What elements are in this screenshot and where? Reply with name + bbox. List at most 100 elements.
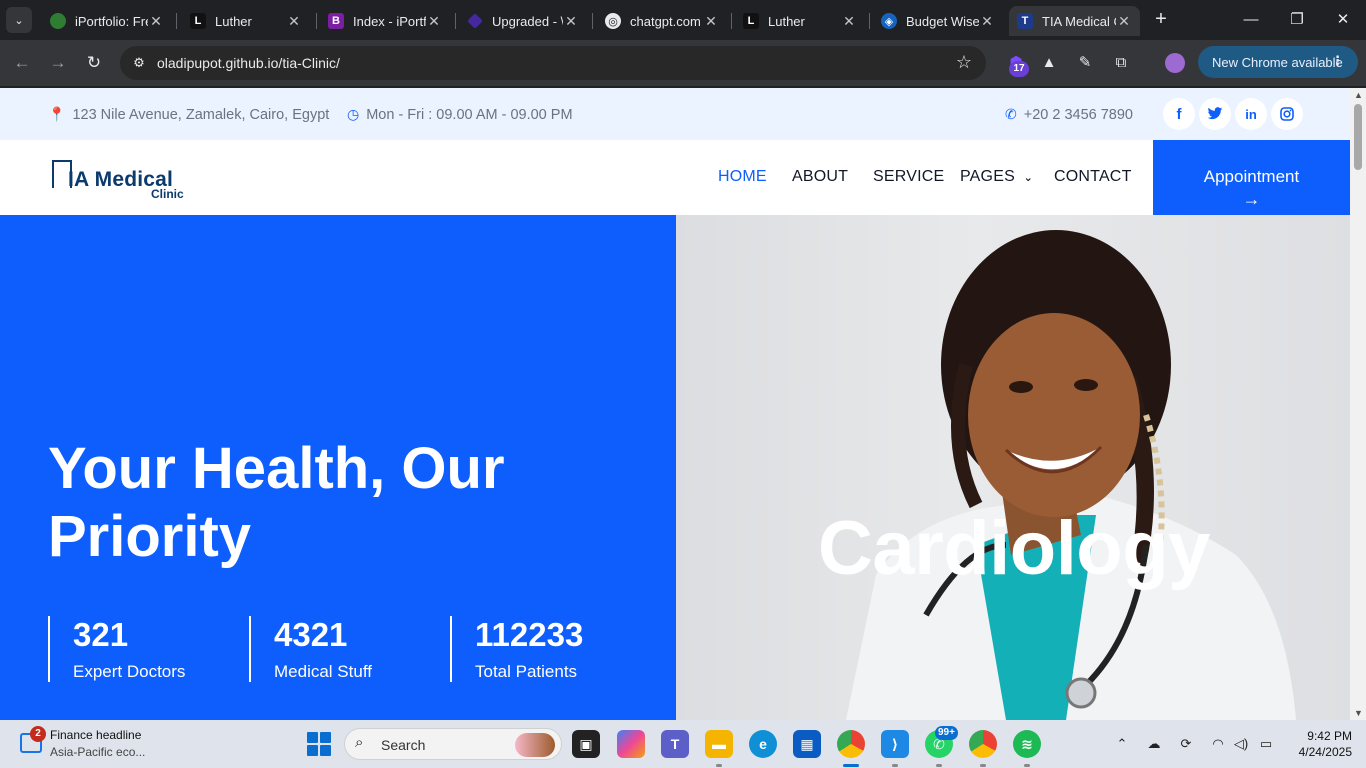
phone-item[interactable]: ✆ +20 2 3456 7890: [1005, 106, 1133, 123]
taskbar-clock[interactable]: 9:42 PM 4/24/2025: [1282, 728, 1352, 760]
chevron-up-icon[interactable]: ⌃: [1113, 735, 1131, 753]
nav-pages-label: PAGES: [960, 168, 1015, 185]
tab-close-icon[interactable]: ✕: [148, 13, 164, 30]
appointment-button[interactable]: Appointment →: [1153, 140, 1350, 215]
nav-home[interactable]: HOME: [718, 168, 767, 186]
minimize-button[interactable]: —: [1236, 6, 1266, 34]
tab-close-icon[interactable]: ✕: [1116, 13, 1132, 30]
browser-tab[interactable]: ◎ chatgpt.com ✕: [597, 6, 727, 36]
url-text[interactable]: oladipupot.github.io/tia-Clinic/: [157, 55, 340, 71]
restore-button[interactable]: ❐: [1282, 6, 1312, 34]
tab-close-icon[interactable]: ✕: [563, 13, 579, 30]
tab-title: Upgraded - \: [492, 13, 563, 29]
tab-favicon-icon: [467, 13, 483, 29]
site-logo[interactable]: IA Medical Clinic: [52, 160, 202, 202]
contact-topbar: 📍 123 Nile Avenue, Zamalek, Cairo, Egypt…: [0, 88, 1350, 140]
hours-item: ◷ Mon - Fri : 09.00 AM - 09.00 PM: [347, 106, 573, 123]
sync-icon[interactable]: ⟳: [1177, 735, 1195, 753]
app-active-indicator: [843, 764, 859, 767]
bookmark-star-icon[interactable]: ☆: [956, 52, 972, 73]
chevron-down-icon: ⌄: [1023, 172, 1034, 184]
extension-pen-icon[interactable]: ✎: [1073, 51, 1097, 75]
tab-close-icon[interactable]: ✕: [979, 13, 995, 30]
store-icon[interactable]: ▦: [793, 730, 821, 758]
tab-favicon-icon: L: [190, 13, 206, 29]
nav-pages[interactable]: PAGES ⌄: [960, 168, 1033, 186]
browser-tab[interactable]: Upgraded - \ ✕: [459, 6, 587, 36]
edge-icon[interactable]: e: [749, 730, 777, 758]
close-window-button[interactable]: ✕: [1328, 6, 1358, 34]
menu-dots-icon[interactable]: ⋮: [1331, 53, 1344, 69]
nav-contact[interactable]: CONTACT: [1054, 168, 1132, 186]
extension-triangle-icon[interactable]: ▲: [1037, 51, 1061, 75]
tab-close-icon[interactable]: ✕: [286, 13, 302, 30]
browser-tab[interactable]: ◈ Budget Wise ✕: [873, 6, 1003, 36]
teams-icon[interactable]: T: [661, 730, 689, 758]
tab-divider: [176, 13, 177, 29]
spotify-icon[interactable]: ≋: [1013, 730, 1041, 758]
browser-tab[interactable]: B Index - iPortfo ✕: [320, 6, 450, 36]
browser-tab[interactable]: L Luther ✕: [735, 6, 865, 36]
tab-title: TIA Medical C: [1042, 13, 1116, 29]
file-explorer-icon[interactable]: ▬: [705, 730, 733, 758]
browser-tab-active[interactable]: T TIA Medical C ✕: [1009, 6, 1140, 36]
browser-tab-strip: ⌄ iPortfolio: Fre ✕ L Luther ✕ B Index -…: [0, 0, 1366, 40]
instagram-icon[interactable]: [1271, 98, 1303, 130]
wifi-icon[interactable]: ◠: [1209, 735, 1227, 753]
vscode-icon[interactable]: ⟩: [881, 730, 909, 758]
scroll-down-icon[interactable]: ▼: [1354, 708, 1363, 718]
app-running-indicator: [892, 764, 898, 767]
stat-doctors: 321 Expert Doctors: [48, 616, 185, 682]
chrome-icon[interactable]: [837, 730, 865, 758]
tab-close-icon[interactable]: ✕: [841, 13, 857, 30]
browser-tab[interactable]: iPortfolio: Fre ✕: [42, 6, 172, 36]
reload-button[interactable]: ↻: [82, 51, 106, 75]
extensions-puzzle-icon[interactable]: ⧉: [1109, 51, 1133, 75]
tab-title: Luther: [215, 13, 252, 29]
browser-tab[interactable]: L Luther ✕: [182, 6, 310, 36]
nav-service[interactable]: SERVICE: [873, 168, 944, 186]
scroll-thumb[interactable]: [1354, 104, 1362, 170]
new-tab-button[interactable]: +: [1150, 8, 1172, 30]
tab-search-button[interactable]: ⌄: [6, 7, 32, 33]
windows-start-icon[interactable]: [307, 732, 331, 756]
search-icon: ⌕: [355, 734, 364, 751]
tab-title: Index - iPortfo: [353, 13, 426, 29]
address-bar[interactable]: ⚙ oladipupot.github.io/tia-Clinic/ ☆: [120, 46, 986, 80]
chrome-profile-icon[interactable]: [969, 730, 997, 758]
task-view-icon[interactable]: ▣: [572, 730, 600, 758]
volume-icon[interactable]: ◁): [1232, 735, 1250, 753]
taskbar-search[interactable]: ⌕ Search: [344, 728, 562, 760]
twitter-icon[interactable]: [1199, 98, 1231, 130]
appointment-label: Appointment: [1203, 167, 1300, 186]
clock-date: 4/24/2025: [1298, 745, 1352, 759]
tab-favicon-icon: [50, 13, 66, 29]
copilot-icon[interactable]: [617, 730, 645, 758]
search-placeholder: Search: [381, 737, 426, 753]
scroll-up-icon[interactable]: ▲: [1354, 90, 1363, 100]
site-settings-icon[interactable]: ⚙: [130, 54, 148, 72]
stat-label: Medical Stuff: [274, 662, 372, 681]
facebook-icon[interactable]: f: [1163, 98, 1195, 130]
profile-avatar[interactable]: [1165, 53, 1185, 73]
tab-title: iPortfolio: Fre: [75, 13, 148, 29]
hero-title: Your Health, Our Priority: [48, 436, 505, 569]
news-subtitle: Asia-Pacific eco...: [50, 745, 146, 759]
whatsapp-badge: 99+: [935, 726, 958, 740]
onedrive-icon[interactable]: ☁: [1145, 735, 1163, 753]
tab-favicon-icon: L: [743, 13, 759, 29]
nav-about[interactable]: ABOUT: [792, 168, 848, 186]
update-chrome-button[interactable]: New Chrome available ⋮: [1198, 46, 1358, 78]
address-text: 123 Nile Avenue, Zamalek, Cairo, Egypt: [72, 106, 330, 123]
back-button[interactable]: ←: [10, 51, 34, 75]
battery-icon[interactable]: ▭: [1257, 735, 1275, 753]
arrow-right-icon: →: [1242, 189, 1261, 209]
news-headline[interactable]: Finance headline: [50, 728, 141, 742]
tab-close-icon[interactable]: ✕: [703, 13, 719, 30]
page-scrollbar[interactable]: ▲ ▼: [1350, 88, 1366, 720]
logo-subtext: Clinic: [151, 187, 184, 201]
linkedin-icon[interactable]: in: [1235, 98, 1267, 130]
tab-close-icon[interactable]: ✕: [426, 13, 442, 30]
forward-button[interactable]: →: [46, 51, 70, 75]
main-navbar: IA Medical Clinic HOME ABOUT SERVICE PAG…: [0, 140, 1350, 215]
